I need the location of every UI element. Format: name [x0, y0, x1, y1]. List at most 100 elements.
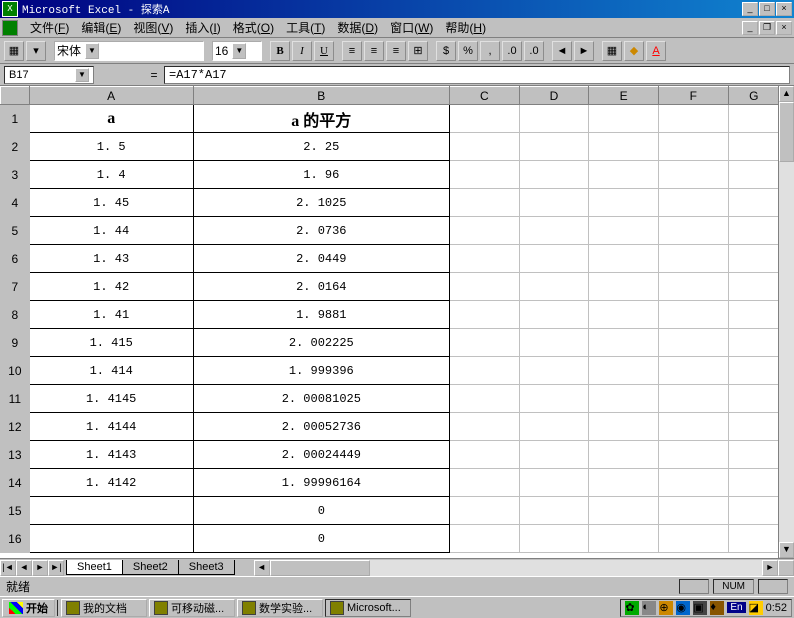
row-header[interactable]: 13 [1, 441, 30, 469]
cell[interactable] [449, 329, 519, 357]
row-header[interactable]: 16 [1, 525, 30, 553]
italic-button[interactable]: I [292, 41, 312, 61]
cell[interactable] [589, 245, 659, 273]
cell[interactable] [449, 497, 519, 525]
cell[interactable] [519, 357, 589, 385]
cell[interactable] [519, 441, 589, 469]
tray-icon[interactable]: ♦ [710, 601, 724, 615]
select-all-corner[interactable] [1, 87, 30, 105]
tray-icon[interactable]: ✿ [625, 601, 639, 615]
column-header-B[interactable]: B [193, 87, 449, 105]
cell[interactable]: 2. 00081025 [193, 385, 449, 413]
percent-button[interactable]: % [458, 41, 478, 61]
cell[interactable] [728, 525, 778, 553]
cell[interactable] [728, 105, 778, 133]
taskbar-button[interactable]: Microsoft... [325, 599, 411, 617]
cell[interactable] [728, 189, 778, 217]
start-button[interactable]: 开始 [2, 599, 55, 617]
horizontal-scrollbar[interactable]: ◄ ► [254, 560, 778, 576]
cell[interactable] [728, 273, 778, 301]
cell[interactable]: 2. 002225 [193, 329, 449, 357]
cell[interactable] [728, 469, 778, 497]
cell[interactable] [659, 133, 729, 161]
cell[interactable] [519, 497, 589, 525]
doc-restore-button[interactable]: ❐ [759, 21, 775, 35]
scroll-thumb[interactable] [270, 560, 370, 576]
cell[interactable] [589, 105, 659, 133]
tray-icon[interactable]: ◪ [749, 601, 763, 615]
cell[interactable]: 1. 5 [29, 133, 193, 161]
cell[interactable] [449, 217, 519, 245]
cell[interactable] [659, 329, 729, 357]
menu-w[interactable]: 窗口(W) [384, 17, 439, 38]
cell[interactable] [659, 469, 729, 497]
sheet-table[interactable]: ABCDEFG 1aa 的平方21. 52. 2531. 41. 9641. 4… [0, 86, 778, 553]
cell[interactable] [519, 385, 589, 413]
cell[interactable] [449, 273, 519, 301]
cell[interactable]: 0 [193, 497, 449, 525]
ime-indicator[interactable]: En [727, 602, 745, 613]
cell[interactable]: 1. 4145 [29, 385, 193, 413]
cell[interactable]: 2. 1025 [193, 189, 449, 217]
comma-button[interactable]: , [480, 41, 500, 61]
borders-button[interactable]: ▦ [602, 41, 622, 61]
currency-button[interactable]: $ [436, 41, 456, 61]
cell[interactable] [449, 525, 519, 553]
column-header-G[interactable]: G [728, 87, 778, 105]
menu-d[interactable]: 数据(D) [331, 17, 384, 38]
menu-t[interactable]: 工具(T) [280, 17, 331, 38]
cell[interactable] [449, 133, 519, 161]
merge-button[interactable]: ⊞ [408, 41, 428, 61]
chevron-down-icon[interactable]: ▼ [85, 43, 99, 59]
row-header[interactable]: 6 [1, 245, 30, 273]
toolbar-dropdown[interactable]: ▾ [26, 41, 46, 61]
cell[interactable] [519, 161, 589, 189]
taskbar-button[interactable]: 数学实验... [237, 599, 323, 617]
cell[interactable]: 1. 9881 [193, 301, 449, 329]
maximize-button[interactable]: □ [759, 2, 775, 16]
cell[interactable]: 1. 4142 [29, 469, 193, 497]
cell[interactable] [449, 469, 519, 497]
cell[interactable] [449, 413, 519, 441]
cell[interactable]: 2. 25 [193, 133, 449, 161]
doc-minimize-button[interactable]: _ [742, 21, 758, 35]
cell[interactable] [659, 273, 729, 301]
column-header-F[interactable]: F [659, 87, 729, 105]
cell[interactable] [589, 189, 659, 217]
row-header[interactable]: 2 [1, 133, 30, 161]
row-header[interactable]: 14 [1, 469, 30, 497]
menu-h[interactable]: 帮助(H) [439, 17, 492, 38]
row-header[interactable]: 7 [1, 273, 30, 301]
taskbar-button[interactable]: 可移动磁... [149, 599, 235, 617]
cell[interactable] [659, 105, 729, 133]
tab-nav-next[interactable]: ► [32, 560, 48, 576]
cell[interactable] [659, 245, 729, 273]
cell[interactable] [449, 161, 519, 189]
cell[interactable] [519, 217, 589, 245]
cell[interactable]: 1. 414 [29, 357, 193, 385]
tab-nav-first[interactable]: |◄ [0, 560, 16, 576]
cell[interactable]: a 的平方 [193, 105, 449, 133]
align-right-button[interactable]: ≡ [386, 41, 406, 61]
cell[interactable] [589, 385, 659, 413]
decrease-indent-button[interactable]: ◄ [552, 41, 572, 61]
cell[interactable] [659, 441, 729, 469]
increase-indent-button[interactable]: ► [574, 41, 594, 61]
cell[interactable] [449, 301, 519, 329]
cell[interactable] [728, 301, 778, 329]
row-header[interactable]: 3 [1, 161, 30, 189]
cell[interactable] [589, 301, 659, 329]
column-header-C[interactable]: C [449, 87, 519, 105]
bold-button[interactable]: B [270, 41, 290, 61]
row-header[interactable]: 1 [1, 105, 30, 133]
row-header[interactable]: 8 [1, 301, 30, 329]
cell[interactable] [449, 357, 519, 385]
cell[interactable] [449, 245, 519, 273]
cell[interactable] [519, 469, 589, 497]
row-header[interactable]: 9 [1, 329, 30, 357]
sheet-tab[interactable]: Sheet1 [66, 560, 123, 575]
tray-icon[interactable]: ◉ [676, 601, 690, 615]
cell[interactable]: 2. 00052736 [193, 413, 449, 441]
scroll-down-arrow[interactable]: ▼ [779, 542, 794, 558]
formula-input[interactable]: =A17*A17 [164, 66, 790, 84]
